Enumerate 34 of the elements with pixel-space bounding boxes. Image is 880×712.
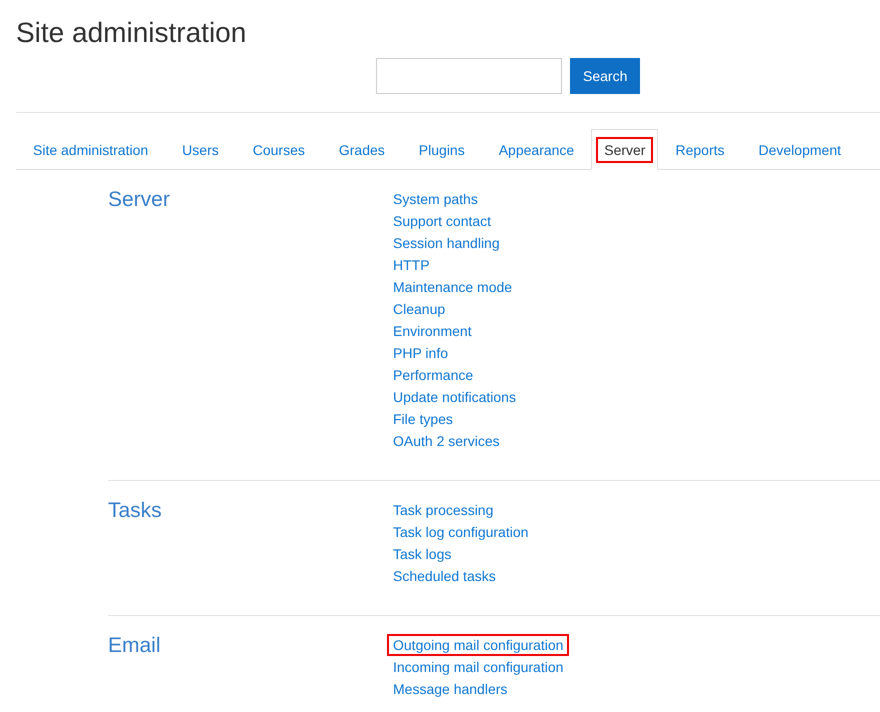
tab[interactable]: Plugins [402,129,482,169]
search-button[interactable]: Search [570,58,640,94]
settings-link[interactable]: Session handling [387,232,506,254]
settings-link[interactable]: Task log configuration [387,521,534,543]
tab[interactable]: Users [165,129,236,169]
tab[interactable]: Appearance [482,129,592,169]
settings-link[interactable]: Support contact [387,210,498,232]
settings-link[interactable]: Task processing [387,499,500,521]
section-heading: Server [108,187,171,213]
settings-link[interactable]: Environment [387,320,478,342]
settings-link[interactable]: Scheduled tasks [387,565,502,587]
tab[interactable]: Grades [322,129,402,169]
search-field[interactable] [376,58,562,94]
settings-link[interactable]: OAuth 2 services [387,430,506,452]
tab[interactable]: Server [591,129,658,170]
settings-link[interactable]: Maintenance mode [387,276,518,298]
tab[interactable]: Courses [236,129,322,169]
settings-link[interactable]: System paths [387,188,484,210]
settings-link[interactable]: Incoming mail configuration [387,656,570,678]
settings-link[interactable]: Update notifications [387,386,522,408]
settings-link[interactable]: HTTP [387,254,436,276]
settings-link[interactable]: Outgoing mail configuration [387,634,570,656]
section-heading: Email [108,633,162,659]
settings-link[interactable]: File types [387,408,459,430]
tab[interactable]: Site administration [16,129,166,169]
tab[interactable]: Development [742,129,858,169]
settings-link[interactable]: Task logs [387,543,458,565]
tab[interactable]: Reports [658,129,742,169]
section-heading: Tasks [108,498,163,524]
settings-link[interactable]: Cleanup [387,298,452,320]
settings-link[interactable]: Message handlers [387,678,514,700]
page-title: Site administration [16,16,248,50]
settings-link[interactable]: PHP info [387,342,454,364]
settings-link[interactable]: Performance [387,364,480,386]
